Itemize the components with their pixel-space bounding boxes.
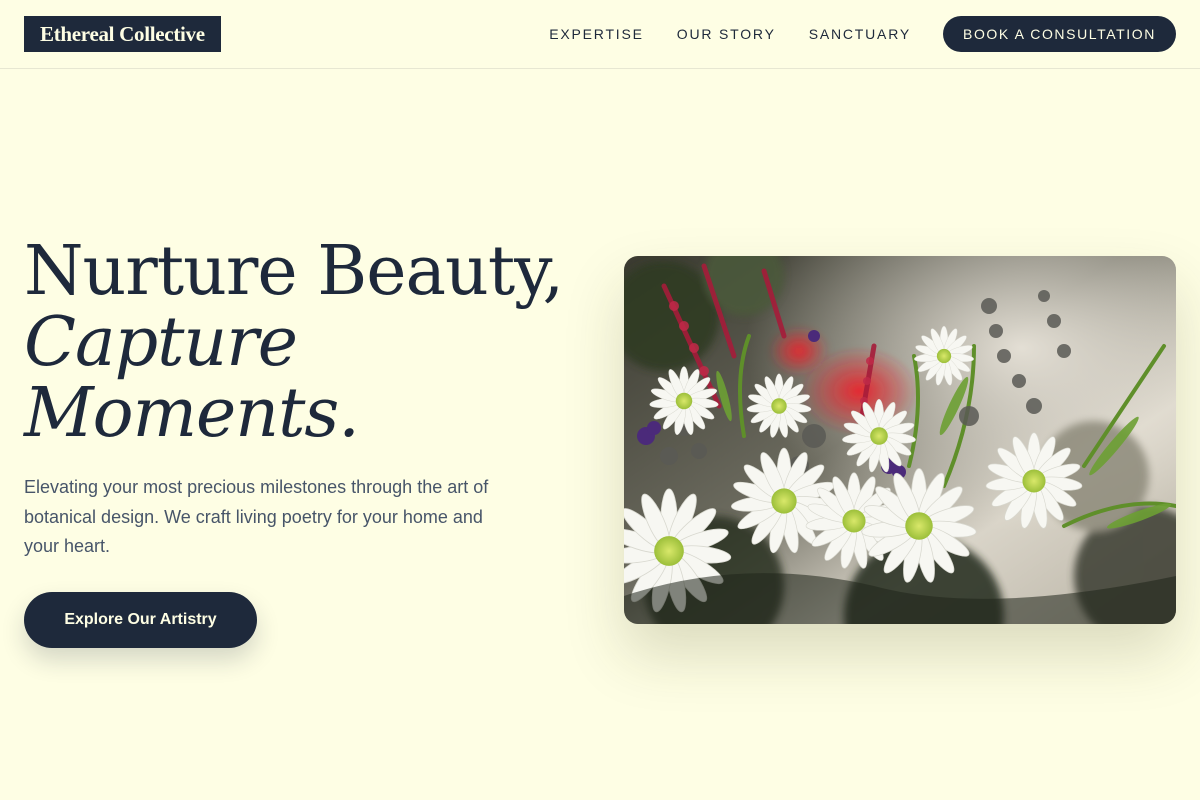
hero-image <box>624 256 1176 624</box>
nav-link-our-story[interactable]: OUR STORY <box>677 26 776 42</box>
hero-title-line-2: Capture <box>24 303 298 382</box>
nav-link-expertise[interactable]: EXPERTISE <box>549 26 644 42</box>
hero-title-line-1: Nurture Beauty, <box>24 232 564 311</box>
flower-bouquet-image <box>624 256 1176 624</box>
hero-subtitle: Elevating your most precious milestones … <box>24 477 489 556</box>
hero-title: Nurture Beauty, Capture Moments. <box>24 236 584 449</box>
nav-links: EXPERTISE OUR STORY SANCTUARY BOOK A CON… <box>549 16 1176 52</box>
nav-link-sanctuary[interactable]: SANCTUARY <box>809 26 911 42</box>
explore-artistry-button[interactable]: Explore Our Artistry <box>24 592 257 648</box>
book-consultation-button[interactable]: BOOK A CONSULTATION <box>943 16 1176 52</box>
hero-title-line-3: Moments. <box>24 374 360 453</box>
navbar: Ethereal Collective EXPERTISE OUR STORY … <box>0 0 1200 69</box>
brand-logo[interactable]: Ethereal Collective <box>24 16 221 52</box>
